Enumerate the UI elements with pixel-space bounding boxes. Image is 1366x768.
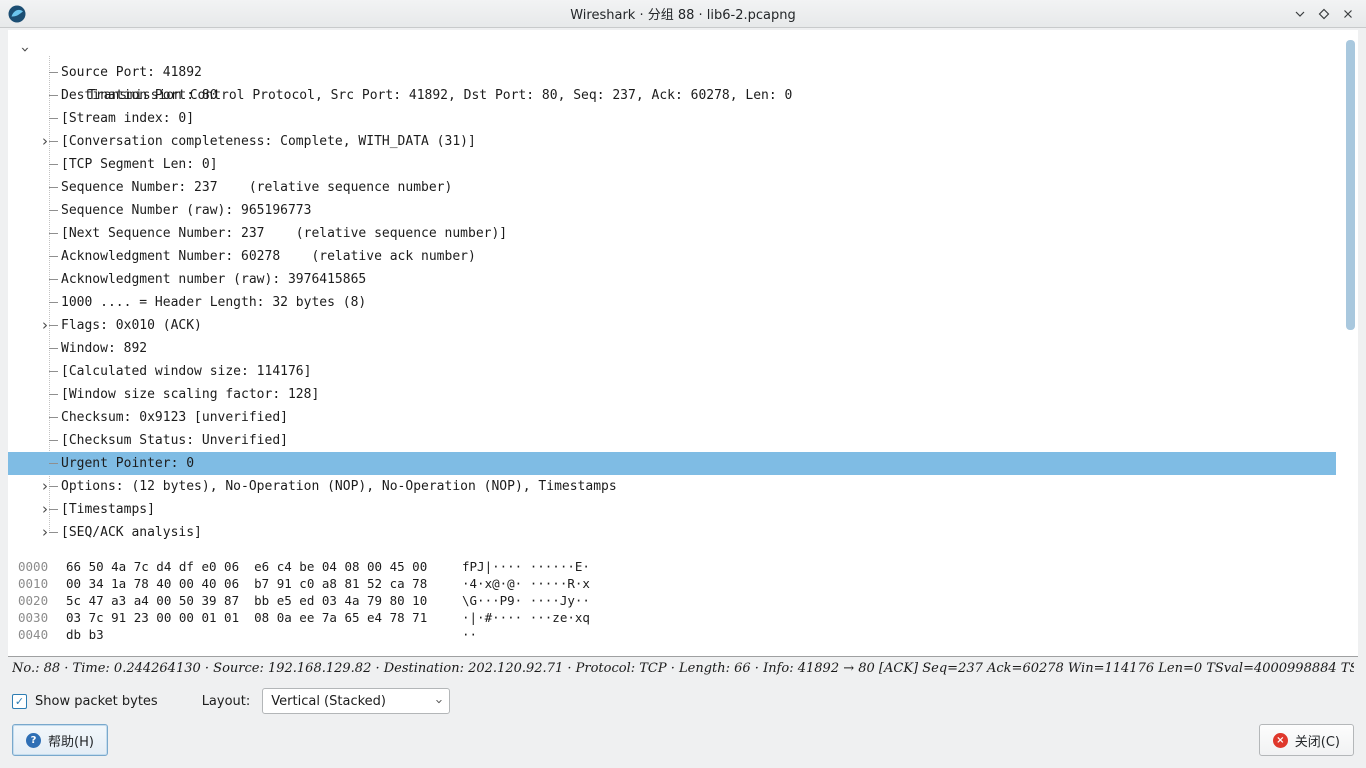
- check-icon: ✓: [15, 695, 24, 708]
- hex-row[interactable]: 0000 66 50 4a 7c d4 df e0 06 e6 c4 be 04…: [18, 558, 1358, 575]
- chevron-collapsed-icon[interactable]: ›: [39, 521, 51, 544]
- hex-bytes: 00 34 1a 78 40 00 40 06 b7 91 c0 a8 81 5…: [66, 575, 462, 592]
- hex-ascii: ·|·#···· ···ze·xq: [462, 609, 590, 626]
- tree-item-flags[interactable]: ›Flags: 0x010 (ACK): [8, 314, 1336, 337]
- close-button[interactable]: × 关闭(C): [1259, 724, 1354, 756]
- hex-ascii: ··: [462, 626, 477, 643]
- help-button-label: 帮助(H): [48, 731, 94, 750]
- packet-detail-tree: › Transmission Control Protocol, Src Por…: [8, 30, 1336, 544]
- tree-item-checksum[interactable]: Checksum: 0x9123 [unverified]: [8, 406, 1336, 429]
- tree-item-sequence-number[interactable]: Sequence Number: 237 (relative sequence …: [8, 176, 1336, 199]
- tree-item-seq-ack-analysis[interactable]: ›[SEQ/ACK analysis]: [8, 521, 1336, 544]
- show-packet-bytes-label[interactable]: Show packet bytes: [35, 694, 158, 709]
- layout-select[interactable]: Vertical (Stacked) ›: [262, 688, 450, 714]
- tree-item-destination-port[interactable]: Destination Port: 80: [8, 84, 1336, 107]
- tree-item-sequence-number-raw[interactable]: Sequence Number (raw): 965196773: [8, 199, 1336, 222]
- chevron-collapsed-icon[interactable]: ›: [39, 314, 51, 337]
- tree-item-acknowledgment-number[interactable]: Acknowledgment Number: 60278 (relative a…: [8, 245, 1336, 268]
- hex-offset: 0040: [18, 626, 52, 643]
- hex-offset: 0000: [18, 558, 52, 575]
- hex-bytes: 66 50 4a 7c d4 df e0 06 e6 c4 be 04 08 0…: [66, 558, 462, 575]
- layout-label: Layout:: [202, 694, 251, 709]
- tree-item-options[interactable]: ›Options: (12 bytes), No-Operation (NOP)…: [8, 475, 1336, 498]
- hex-bytes: 5c 47 a3 a4 00 50 39 87 bb e5 ed 03 4a 7…: [66, 592, 462, 609]
- hex-row[interactable]: 0030 03 7c 91 23 00 00 01 01 08 0a ee 7a…: [18, 609, 1358, 626]
- vertical-scrollbar[interactable]: [1346, 40, 1355, 330]
- hex-offset: 0010: [18, 575, 52, 592]
- wireshark-logo-icon: [8, 5, 26, 23]
- tree-item-next-sequence-number[interactable]: [Next Sequence Number: 237 (relative seq…: [8, 222, 1336, 245]
- hex-bytes: 03 7c 91 23 00 00 01 01 08 0a ee 7a 65 e…: [66, 609, 462, 626]
- window-title: Wireshark · 分组 88 · lib6-2.pcapng: [570, 4, 796, 23]
- tree-item-window-scaling-factor[interactable]: [Window size scaling factor: 128]: [8, 383, 1336, 406]
- hex-ascii: \G···P9· ····Jy··: [462, 592, 590, 609]
- titlebar: Wireshark · 分组 88 · lib6-2.pcapng: [0, 0, 1366, 28]
- chevron-collapsed-icon[interactable]: ›: [39, 130, 51, 153]
- close-icon[interactable]: [1336, 2, 1360, 26]
- show-packet-bytes-checkbox[interactable]: ✓: [12, 694, 27, 709]
- help-button[interactable]: ? 帮助(H): [12, 724, 108, 756]
- close-button-label: 关闭(C): [1295, 731, 1340, 750]
- tree-root-tcp[interactable]: › Transmission Control Protocol, Src Por…: [8, 38, 1336, 61]
- layout-select-value: Vertical (Stacked): [271, 694, 436, 709]
- tree-item-acknowledgment-number-raw[interactable]: Acknowledgment number (raw): 3976415865: [8, 268, 1336, 291]
- packet-summary-status: No.: 88 · Time: 0.244264130 · Source: 19…: [12, 661, 1354, 681]
- tree-item-source-port[interactable]: Source Port: 41892: [8, 61, 1336, 84]
- chevron-collapsed-icon[interactable]: ›: [39, 475, 51, 498]
- hex-dump: 0000 66 50 4a 7c d4 df e0 06 e6 c4 be 04…: [8, 558, 1358, 643]
- hex-row[interactable]: 0020 5c 47 a3 a4 00 50 39 87 bb e5 ed 03…: [18, 592, 1358, 609]
- hex-ascii: ·4·x@·@· ·····R·x: [462, 575, 590, 592]
- packet-dialog-body: › Transmission Control Protocol, Src Por…: [8, 30, 1358, 657]
- tree-item-checksum-status[interactable]: [Checksum Status: Unverified]: [8, 429, 1336, 452]
- tree-item-stream-index[interactable]: [Stream index: 0]: [8, 107, 1336, 130]
- tree-item-conversation-completeness[interactable]: ›[Conversation completeness: Complete, W…: [8, 130, 1336, 153]
- chevron-down-icon: ›: [431, 698, 446, 703]
- tree-item-header-length[interactable]: 1000 .... = Header Length: 32 bytes (8): [8, 291, 1336, 314]
- window-controls: [1288, 0, 1360, 28]
- tree-children: Source Port: 41892 Destination Port: 80 …: [8, 61, 1336, 544]
- hex-offset: 0020: [18, 592, 52, 609]
- tree-item-segment-len[interactable]: [TCP Segment Len: 0]: [8, 153, 1336, 176]
- chevron-collapsed-icon[interactable]: ›: [39, 498, 51, 521]
- minimize-icon[interactable]: [1288, 2, 1312, 26]
- tree-item-calculated-window-size[interactable]: [Calculated window size: 114176]: [8, 360, 1336, 383]
- maximize-icon[interactable]: [1312, 2, 1336, 26]
- hex-bytes: db b3: [66, 626, 462, 643]
- hex-row[interactable]: 0010 00 34 1a 78 40 00 40 06 b7 91 c0 a8…: [18, 575, 1358, 592]
- hex-ascii: fPJ|···· ······E·: [462, 558, 590, 575]
- hex-offset: 0030: [18, 609, 52, 626]
- tree-item-timestamps[interactable]: ›[Timestamps]: [8, 498, 1336, 521]
- dialog-buttons: ? 帮助(H) × 关闭(C): [12, 724, 1354, 756]
- close-circle-icon: ×: [1273, 733, 1288, 748]
- help-icon: ?: [26, 733, 41, 748]
- tree-item-window[interactable]: Window: 892: [8, 337, 1336, 360]
- hex-row[interactable]: 0040 db b3 ··: [18, 626, 1358, 643]
- chevron-expanded-icon[interactable]: ›: [14, 43, 37, 57]
- tree-item-urgent-pointer-selected[interactable]: Urgent Pointer: 0: [8, 452, 1336, 475]
- footer-controls: ✓ Show packet bytes Layout: Vertical (St…: [12, 687, 1354, 715]
